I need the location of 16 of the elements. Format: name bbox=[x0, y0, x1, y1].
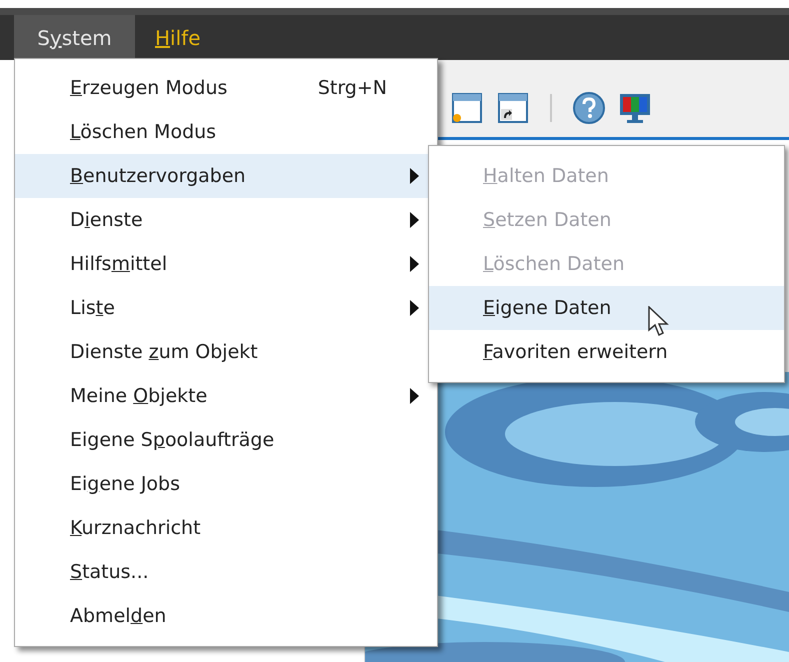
menu-item[interactable]: Erzeugen Modus Strg+N bbox=[15, 66, 437, 110]
menu-item[interactable]: Status... bbox=[15, 550, 437, 594]
menu-item[interactable]: Eigene Jobs bbox=[15, 462, 437, 506]
window-shortcut-icon[interactable] bbox=[496, 90, 530, 124]
mouse-pointer-icon bbox=[648, 306, 670, 338]
menu-item[interactable]: Meine Objekte bbox=[15, 374, 437, 418]
menu-bar-item[interactable]: System bbox=[14, 15, 135, 60]
shortcut-label: Strg+N bbox=[318, 77, 387, 99]
menu-item[interactable]: Eigene Spoolaufträge bbox=[15, 418, 437, 462]
menu-item[interactable]: Löschen Modus bbox=[15, 110, 437, 154]
menu-item[interactable]: Abmelden bbox=[15, 594, 437, 638]
new-window-icon[interactable] bbox=[450, 90, 484, 124]
help-icon[interactable] bbox=[572, 90, 606, 124]
menu-item[interactable]: Kurznachricht bbox=[15, 506, 437, 550]
menu-bar-item[interactable]: Hilfe bbox=[135, 15, 221, 60]
submenu-item[interactable]: Eigene Daten bbox=[429, 286, 784, 330]
